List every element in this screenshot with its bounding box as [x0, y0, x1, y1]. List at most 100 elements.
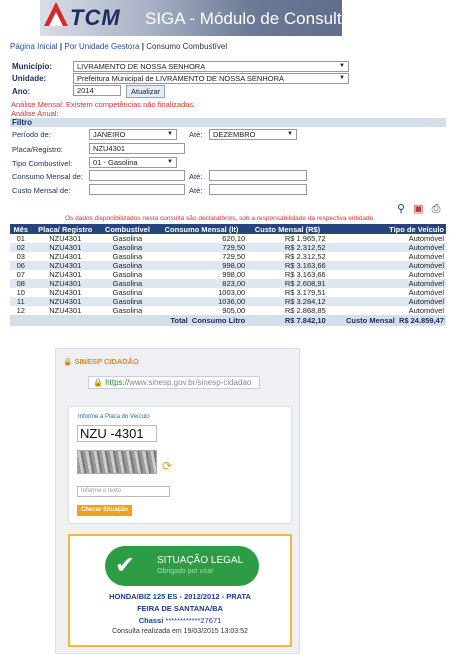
breadcrumb-gestora[interactable]: Por Unidade Gestora — [64, 42, 139, 51]
table-row: 03 NZU4301 Gasolina 729,50 R$ 2.312,52 Automó… — [10, 252, 446, 261]
cell-mes: 03 — [16, 252, 25, 261]
cell-consumo: 729,50 — [155, 243, 248, 252]
sinesp-title-text: SINESP CIDADÃO — [74, 357, 139, 366]
col-combustivel: Combustível — [99, 224, 156, 234]
toolbar-icons: ⚲ ▣ ⎙ — [397, 202, 440, 216]
cell-tipo: Automóvel — [408, 234, 444, 243]
municipio-value: LIVRAMENTO DE NOSSA SENHORA — [77, 62, 206, 71]
cell-custo: R$ 3.163,66 — [247, 261, 328, 270]
cell-mes: 10 — [16, 288, 25, 297]
cell-consumo: 729,50 — [222, 252, 246, 261]
cell-consumo: 823,00 — [155, 279, 248, 288]
cell-tipo: Automóvel — [327, 243, 446, 252]
cell-combustivel: Gasolina — [99, 297, 156, 306]
breadcrumb-current: Consumo Combustível — [146, 42, 228, 51]
result-box: ✔ SITUAÇÃO LEGAL Obrigado por usar HONDA… — [68, 534, 292, 647]
print-icon[interactable]: ⎙ — [432, 203, 441, 215]
col-placa: Placa/ Registro — [31, 224, 100, 234]
ano-label: Ano: — [12, 87, 31, 96]
periodo-de-value: JANEIRO — [93, 130, 126, 139]
cell-custo: R$ 2.312,52 — [247, 243, 328, 252]
custo-label: Custo Mensal de: — [12, 186, 71, 195]
footer-custo-label: Custo Mensal — [346, 316, 395, 325]
lock-icon: 🔒 — [93, 378, 103, 387]
consumo-label: Consumo Mensal de: — [12, 172, 83, 181]
col-tipo: Tipo de Veículo — [327, 224, 446, 234]
cell-placa: NZU4301 — [31, 297, 100, 306]
periodo-label: Período de: — [12, 130, 51, 139]
consumo-de-input[interactable] — [89, 170, 185, 181]
col-custo: Custo Mensal (R$) — [247, 224, 328, 234]
periodo-de-select[interactable]: JANEIRO ▼ — [89, 129, 177, 140]
cell-consumo: 998,00 — [155, 261, 248, 270]
ano-input[interactable]: 2014 — [73, 85, 121, 96]
refresh-icon[interactable]: ⟳ — [162, 459, 172, 473]
cell-combustivel: Gasolina — [112, 288, 143, 297]
municipio-select[interactable]: LIVRAMENTO DE NOSSA SENHORA ▼ — [73, 61, 349, 72]
breadcrumb-sep: | — [59, 42, 63, 51]
cell-custo: R$ 1.965,72 — [284, 234, 326, 243]
url-bar[interactable]: 🔒 https://www.sinesp.gov.br/sinesp-cidad… — [88, 376, 260, 389]
chevron-down-icon: ▼ — [167, 131, 173, 137]
pdf-icon[interactable]: ▣ — [413, 203, 423, 215]
consumo-ate-input[interactable] — [209, 170, 307, 181]
cell-placa: NZU4301 — [31, 279, 100, 288]
unidade-select[interactable]: Prefeitura Municipal de LIVRAMENTO DE NO… — [73, 73, 349, 84]
cell-placa: NZU4301 — [49, 288, 82, 297]
check-button[interactable]: Checar Situação — [77, 505, 133, 516]
tipo-select[interactable]: 01 - Gasolina ▼ — [89, 157, 177, 168]
cell-custo: R$ 2.608,91 — [247, 279, 328, 288]
cell-combustivel: Gasolina — [112, 234, 143, 243]
consumo-ate-label: Até: — [189, 172, 203, 181]
footer-spacer — [10, 315, 156, 326]
col-consumo: Consumo Mensal (lt) — [155, 224, 248, 234]
chevron-down-icon: ▼ — [287, 131, 293, 137]
cell-tipo: Automóvel — [408, 288, 444, 297]
table-row: 12 NZU4301 Gasolina 905,00 R$ 2.868,85 Automó… — [10, 306, 446, 315]
chassi-value: ************27671 — [165, 616, 222, 625]
placa-label: Placa/Registro: — [12, 145, 63, 154]
consulta-time: Consulta realizada em 19/03/2015 13:03:5… — [112, 628, 248, 635]
cell-custo: R$ 3.284,12 — [247, 297, 328, 306]
custo-de-input[interactable] — [89, 184, 185, 195]
disclaimer-note: Os dados disponibilizados nesta consulta… — [65, 215, 376, 222]
footer-total-label: Total — [170, 316, 188, 325]
status-title: SITUAÇÃO LEGAL — [157, 555, 244, 566]
warning-mensal: Análise Mensal: Existem competências não… — [11, 100, 196, 109]
captcha-input[interactable]: Informe o texto — [77, 486, 170, 497]
plate-hint: Informe a Placa do Veículo — [78, 414, 150, 420]
binoculars-icon[interactable]: ⚲ — [397, 203, 405, 215]
custo-ate-input[interactable] — [209, 184, 307, 195]
table-header-row: Mês Placa/ Registro Combustível Consumo … — [10, 224, 446, 234]
cell-mes: 06 — [10, 261, 32, 270]
breadcrumb: Página Inicial | Por Unidade Gestora | C… — [10, 42, 227, 51]
cell-combustivel: Gasolina — [112, 306, 143, 315]
check-icon: ✔ — [115, 552, 136, 579]
status-badge: ✔ SITUAÇÃO LEGAL Obrigado por usar — [105, 546, 259, 586]
atualizar-button[interactable]: Atualizar — [126, 85, 166, 98]
chevron-down-icon: ▼ — [167, 159, 173, 165]
cell-custo: R$ 2.312,52 — [284, 252, 326, 261]
cell-placa: NZU4301 — [31, 261, 100, 270]
url-https: https:// — [105, 378, 130, 387]
ate-label: Até: — [189, 130, 203, 139]
plate-letters: NZU — [80, 426, 107, 441]
plate-panel: Informe a Placa do Veículo NZU -4301 ⟳ I… — [68, 406, 292, 524]
app-title: SIGA - Módulo de Consulta — [145, 9, 352, 28]
cell-combustivel: Gasolina — [99, 243, 156, 252]
tipo-label: Tipo Combustível: — [12, 159, 73, 168]
placa-input[interactable]: NZU4301 — [89, 143, 185, 154]
table-footer-row: Total Consumo Litro R$ 7.842,10 Custo Me… — [10, 315, 446, 326]
cell-placa: NZU4301 — [49, 252, 82, 261]
fuel-table: Mês Placa/ Registro Combustível Consumo … — [10, 224, 446, 326]
plate-input[interactable]: NZU -4301 — [77, 425, 157, 442]
breadcrumb-home[interactable]: Página Inicial — [10, 42, 58, 51]
periodo-ate-select[interactable]: DEZEMBRO ▼ — [209, 129, 297, 140]
chevron-down-icon: ▼ — [339, 75, 345, 81]
custo-ate-label: Até: — [189, 186, 203, 195]
cell-consumo: 905,00 — [222, 306, 246, 315]
tcm-logo-text: TCM — [70, 5, 121, 30]
footer-consumo: Total Consumo Litro — [155, 315, 248, 326]
cell-mes: 02 — [10, 243, 32, 252]
cell-tipo: Automóvel — [408, 306, 444, 315]
